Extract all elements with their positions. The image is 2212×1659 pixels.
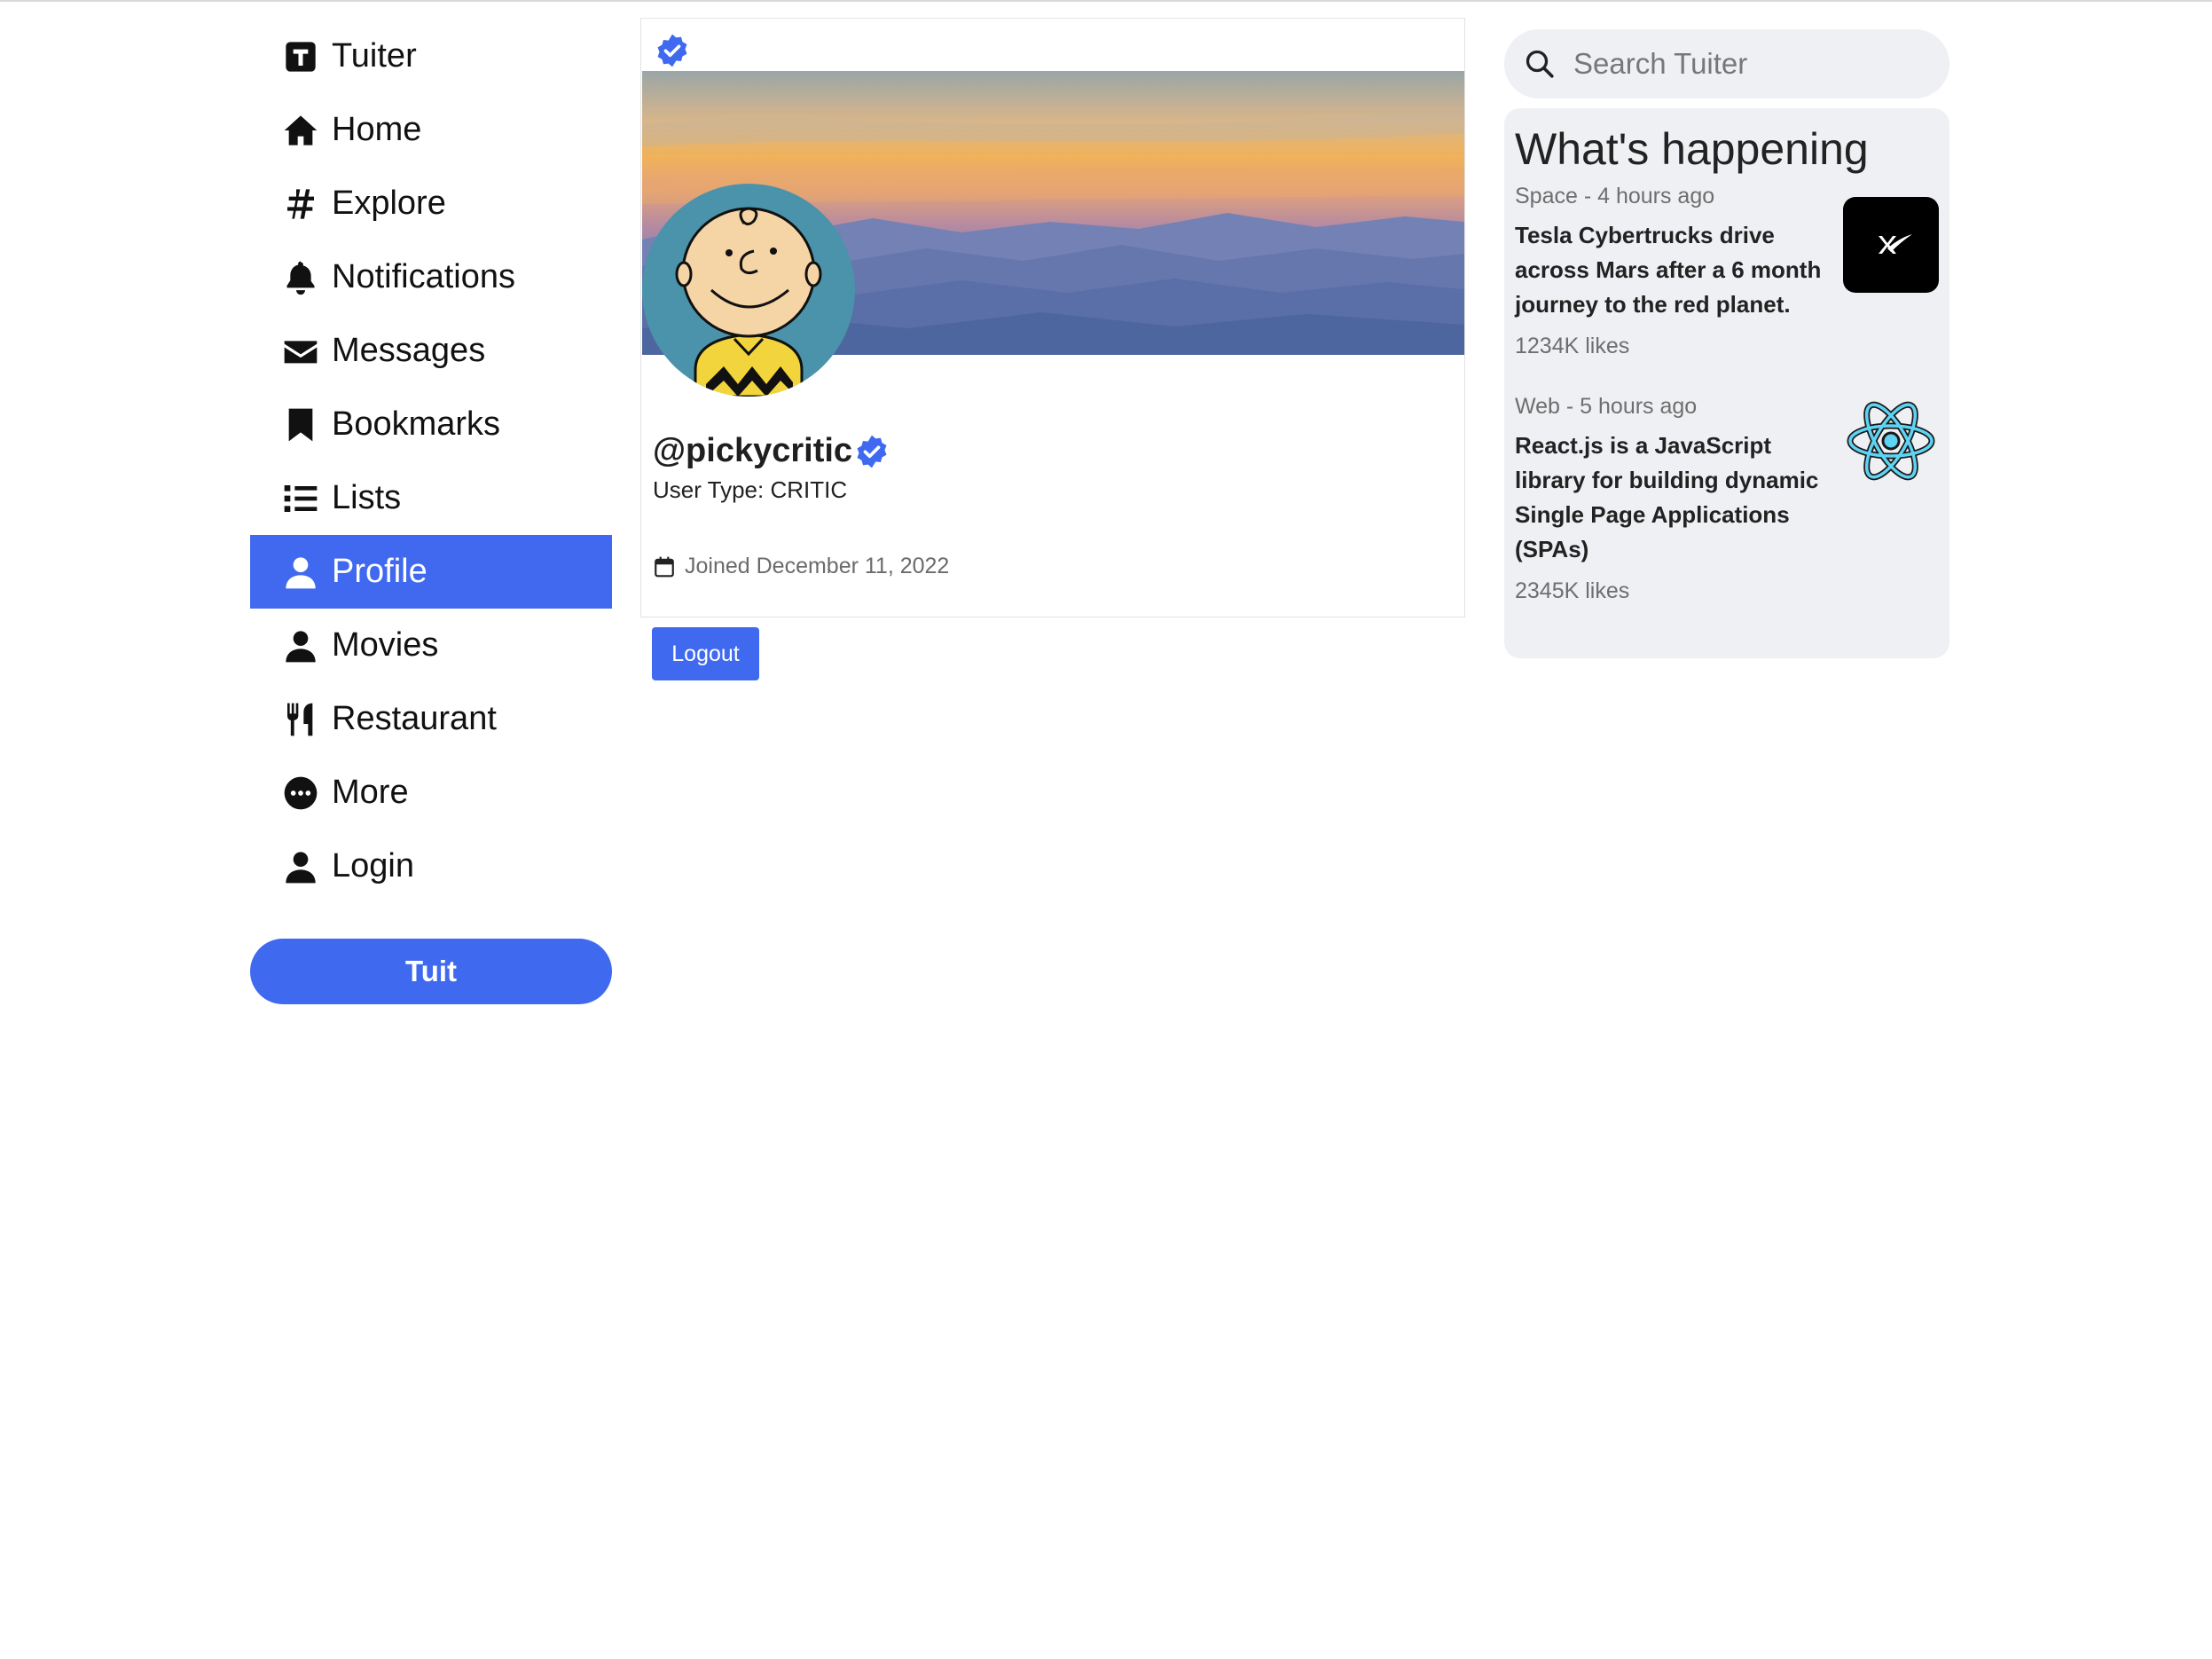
calendar-icon	[655, 556, 674, 577]
search-box[interactable]	[1504, 29, 1949, 98]
sidebar-item-restaurant[interactable]: Restaurant	[250, 682, 612, 756]
sidebar-item-label: Profile	[332, 553, 427, 590]
sidebar-item-messages[interactable]: Messages	[250, 314, 612, 388]
sidebar-item-label: Login	[332, 847, 414, 885]
user-icon	[282, 848, 319, 885]
spacex-logo-icon	[1843, 197, 1939, 293]
sidebar-item-label: Notifications	[332, 258, 515, 295]
trend-meta: Web - 5 hours ago	[1515, 394, 1698, 419]
user-icon	[282, 554, 319, 591]
utensils-icon	[282, 701, 319, 738]
react-logo-icon	[1843, 393, 1939, 489]
sidebar-item-label: Restaurant	[332, 700, 497, 737]
ellipsis-circle-icon	[282, 774, 319, 812]
profile-user-type: User Type: CRITIC	[653, 476, 848, 503]
tuiter-logo-icon	[282, 38, 319, 75]
profile-avatar	[642, 184, 855, 397]
sidebar-item-label: More	[332, 774, 409, 811]
sidebar-item-label: Movies	[332, 626, 439, 664]
sidebar-item-home[interactable]: Home	[250, 93, 612, 167]
trend-headline: React.js is a JavaScript library for bui…	[1515, 432, 1819, 562]
profile-joined-date: Joined December 11, 2022	[685, 554, 950, 578]
bookmark-icon	[282, 406, 319, 444]
sidebar-item-label: Bookmarks	[332, 405, 501, 443]
sidebar-item-bookmarks[interactable]: Bookmarks	[250, 388, 612, 461]
list-icon	[282, 480, 319, 517]
trend-item[interactable]: Web - 5 hours ago React.js is a JavaScri…	[1515, 391, 1939, 606]
whats-happening-panel: What's happening Space - 4 hours ago Tes…	[1504, 108, 1949, 658]
sidebar-item-profile[interactable]: Profile	[250, 535, 612, 609]
hashtag-icon	[282, 185, 319, 223]
sidebar-item-more[interactable]: More	[250, 756, 612, 830]
sidebar-item-tuiter[interactable]: Tuiter	[250, 20, 612, 93]
page: Tuiter Home Explore Notifications Messag…	[0, 0, 2212, 1659]
sidebar-item-movies[interactable]: Movies	[250, 609, 612, 682]
verified-badge-icon	[655, 33, 690, 68]
home-icon	[282, 112, 319, 149]
sidebar-nav: Tuiter Home Explore Notifications Messag…	[250, 20, 612, 1004]
trend-likes: 1234K likes	[1515, 334, 1630, 358]
trend-item[interactable]: Space - 4 hours ago Tesla Cybertrucks dr…	[1515, 181, 1939, 361]
sidebar-item-label: Home	[332, 111, 422, 148]
sidebar-item-label: Tuiter	[332, 37, 417, 75]
bell-icon	[282, 259, 319, 296]
search-icon	[1526, 50, 1554, 78]
whats-happening-title: What's happening	[1515, 124, 1869, 174]
sidebar-item-label: Explore	[332, 185, 446, 222]
verified-badge-icon	[854, 434, 890, 469]
logout-button[interactable]: Logout	[652, 627, 759, 680]
sidebar-item-lists[interactable]: Lists	[250, 461, 612, 535]
sidebar-item-explore[interactable]: Explore	[250, 167, 612, 240]
sidebar-item-login[interactable]: Login	[250, 830, 612, 903]
profile-handle: @pickycritic	[653, 432, 853, 469]
sidebar-item-label: Messages	[332, 332, 486, 369]
sidebar-item-notifications[interactable]: Notifications	[250, 240, 612, 314]
profile-handle-row: @pickycritic	[653, 432, 890, 470]
search-input[interactable]	[1573, 47, 1910, 81]
user-icon	[282, 627, 319, 664]
trend-likes: 2345K likes	[1515, 578, 1630, 603]
tuit-button[interactable]: Tuit	[250, 939, 612, 1004]
profile-joined: Joined December 11, 2022	[653, 554, 949, 579]
profile-card: @pickycritic User Type: CRITIC Joined De…	[640, 18, 1465, 617]
envelope-icon	[282, 333, 319, 370]
trend-meta: Space - 4 hours ago	[1515, 184, 1715, 208]
trend-headline: Tesla Cybertrucks drive across Mars afte…	[1515, 222, 1822, 318]
sidebar-item-label: Lists	[332, 479, 402, 516]
